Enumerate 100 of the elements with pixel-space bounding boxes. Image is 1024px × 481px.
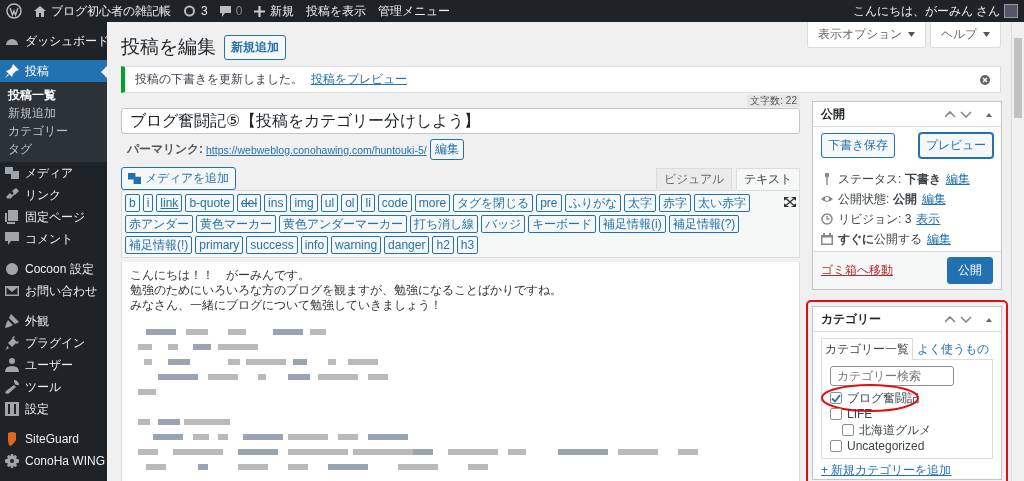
comments-link[interactable]: 0 [219,4,243,18]
quicktag-button[interactable]: 黄色アンダーマーカー [279,215,407,233]
dismiss-icon[interactable] [980,74,990,85]
menu-item[interactable]: Cocoon 設定 [0,258,107,280]
caret-icon [908,32,915,37]
quicktag-button[interactable]: 赤字 [658,194,691,212]
submenu-item[interactable]: 新規追加 [0,104,107,122]
quicktag-button[interactable]: danger [384,236,430,254]
quicktag-button[interactable]: バッジ [481,215,525,233]
quicktag-button[interactable]: info [300,236,329,254]
save-draft-button[interactable]: 下書き保存 [821,133,895,158]
add-new-button[interactable]: 新規追加 [224,34,286,60]
quicktag-button[interactable]: primary [195,236,244,254]
quicktag-button[interactable]: ul [320,194,339,212]
wordpress-logo-icon[interactable] [6,3,22,19]
panel-controls-icon[interactable] [945,315,993,323]
text-editor-area[interactable]: こんにちは！！ がーみんです。 勉強のためにいろいろな方のブログを観ますが、勉強になることばかりですね。 みなさん、一緒にブログについて勉強していきましょう！ [121,262,800,481]
submenu-item[interactable]: カテゴリー [0,122,107,140]
category-checkbox[interactable] [830,440,842,452]
menu-item[interactable]: ConoHa WING [0,450,107,472]
menu-item[interactable]: SiteGuard [0,428,107,450]
fullscreen-icon[interactable] [784,197,796,207]
quicktag-button[interactable]: ins [264,194,288,212]
quicktag-button[interactable]: 黄色マーカー [196,215,276,233]
quicktag-button[interactable]: b-quote [185,194,235,212]
quicktag-button[interactable]: キーボード [528,215,596,233]
quicktag-button[interactable]: 補足情報(!) [125,236,193,254]
category-checkbox[interactable] [842,424,854,436]
quicktag-button[interactable]: warning [331,236,382,254]
view-post-link[interactable]: 投稿を表示 [306,2,367,20]
menu-item[interactable]: ツール [0,376,107,398]
greeting-link[interactable]: こんにちは、がーみん さん [852,2,1018,20]
publish-button[interactable]: 公開 [947,257,993,284]
quicktag-button[interactable]: 太い赤字 [693,194,750,212]
menu-item[interactable]: 外観 [0,310,107,332]
publish-info-link[interactable]: 編集 [927,230,951,248]
menu-item[interactable]: ユーザー [0,354,107,376]
editor-tab[interactable]: ビジュアル [656,168,732,190]
plug-icon [5,336,19,350]
calendar-icon [821,233,833,245]
menu-item[interactable]: プラグイン [0,332,107,354]
quicktag-button[interactable]: ol [341,194,359,212]
quicktag-button[interactable]: h3 [456,236,479,254]
new-link[interactable]: 新規 [254,2,295,20]
submenu-item[interactable]: 投稿一覧 [0,86,107,104]
chain-link-icon [5,188,19,202]
menu-item[interactable]: メディア [0,162,107,184]
quicktag-button[interactable]: h2 [432,236,454,254]
add-category-link[interactable]: + 新規カテゴリーを追加 [821,462,993,479]
quicktag-button[interactable]: タグを閉じる [453,194,534,212]
category-checkbox[interactable] [830,408,842,420]
permalink-url[interactable]: https://webweblog.conohawing.com/huntouki-5/ [206,143,427,156]
scrollbar[interactable] [1011,22,1024,481]
quicktag-button[interactable]: img [290,194,318,212]
submenu-item[interactable]: タグ [0,140,107,158]
publish-info-link[interactable]: 表示 [916,210,941,228]
edit-permalink-button[interactable]: 編集 [429,139,464,160]
quicktag-button[interactable]: 補足情報(?) [668,215,740,233]
updates-link[interactable]: 3 [183,4,208,18]
preview-link[interactable]: 投稿をプレビュー [311,71,407,88]
preview-button[interactable]: プレビュー [919,133,993,158]
screen-option-tab[interactable]: ヘルプ [930,22,1001,48]
quicktag-button[interactable]: success [246,236,298,254]
menu-item[interactable]: コメント [0,228,107,250]
admin-menu-link[interactable]: 管理メニュー [378,2,451,20]
site-name-link[interactable]: ブログ初心者の雑記帳 [34,2,171,20]
quicktag-button[interactable]: li [361,194,375,212]
quicktag-button[interactable]: i [142,194,154,212]
trash-link[interactable]: ゴミ箱へ移動 [821,262,893,279]
quicktag-button[interactable]: 赤アンダー [125,215,193,233]
menu-item[interactable]: リンク [0,184,107,206]
category-checkbox[interactable] [830,392,842,404]
notice-text: 投稿の下書きを更新しました。 [135,71,303,88]
quicktag-button[interactable]: pre [536,194,562,212]
menu-item[interactable]: お問い合わせ [0,280,107,302]
quicktag-button[interactable]: more [414,194,451,212]
menu-item[interactable]: 固定ページ [0,206,107,228]
quicktag-button[interactable]: 太字 [623,194,656,212]
panel-controls-icon[interactable] [945,110,993,118]
publish-info-link[interactable]: 編集 [945,170,970,188]
panel-title: カテゴリー [821,310,881,328]
quicktag-button[interactable]: 打ち消し線 [410,215,478,233]
category-search-field[interactable]: カテゴリー検索 [830,366,954,386]
title-field[interactable]: ブログ奮闘記⑤【投稿をカテゴリー分けしよう】 [121,108,800,134]
quicktag-button[interactable]: link [156,194,183,212]
menu-item[interactable]: 設定 [0,398,107,420]
quicktag-button[interactable]: ふりがな [564,194,621,212]
menu-item[interactable]: 投稿 [0,60,107,82]
add-media-button[interactable]: メディアを追加 [121,167,236,190]
quicktag-button[interactable]: b [125,194,140,212]
quicktag-button[interactable]: 補足情報(i) [599,215,666,233]
quicktag-button[interactable]: del [237,194,262,212]
editor-text-line: 勉強のためにいろいろな方のブログを観ますが、勉強になることばかりですね。 [130,283,563,298]
editor-tab[interactable]: テキスト [736,168,800,190]
screen-option-tab[interactable]: 表示オプション [807,22,926,48]
quicktag-button[interactable]: code [377,194,412,212]
publish-info-link[interactable]: 編集 [921,190,946,208]
menu-item[interactable]: ダッシュボード [0,30,107,52]
category-tab[interactable]: よく使うもの [913,338,993,360]
category-tab[interactable]: カテゴリー一覧 [821,338,913,360]
